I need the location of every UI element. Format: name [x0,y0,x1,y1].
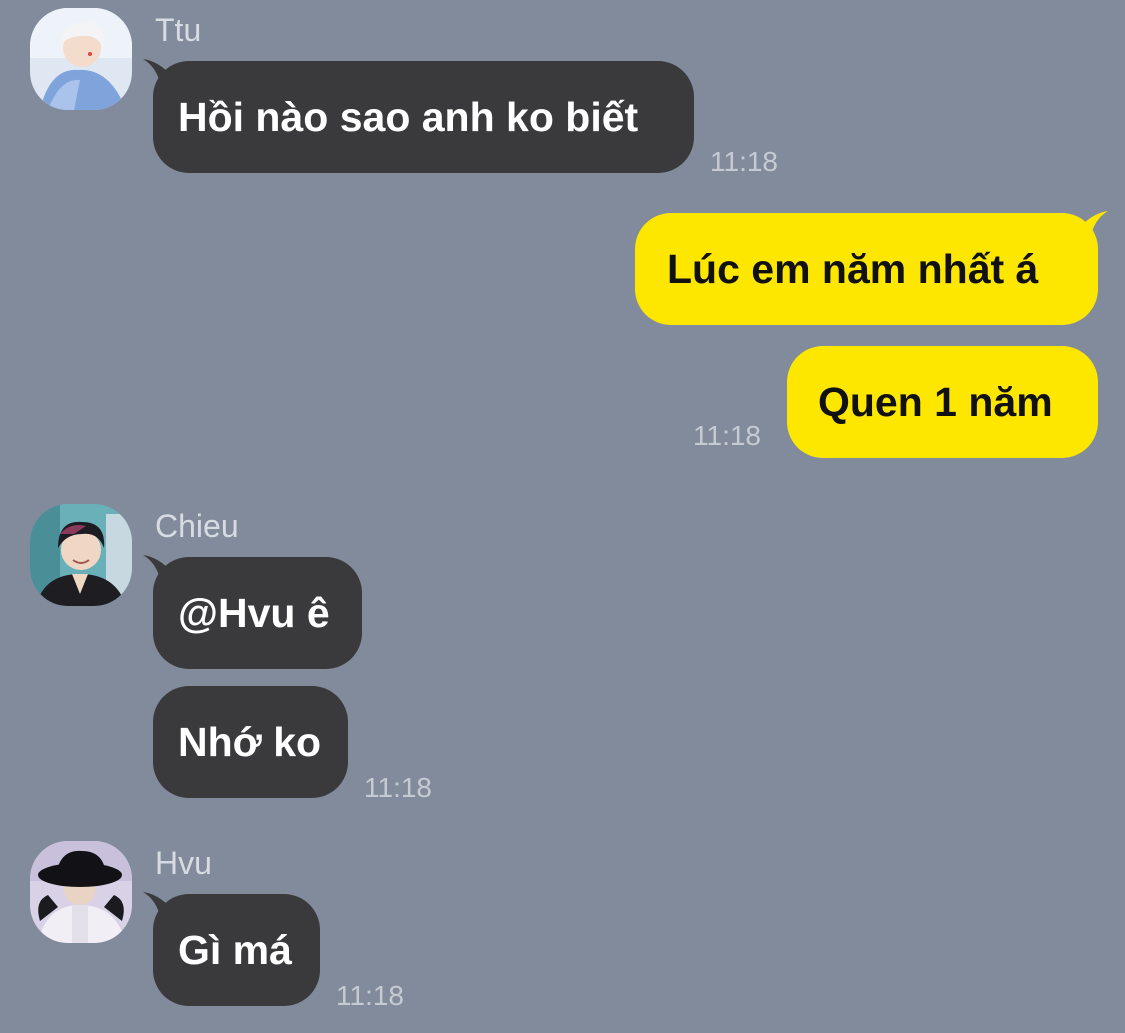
sender-name: Chieu [155,508,239,544]
message-text: Lúc em năm nhất á [667,246,1039,292]
message-text: Hồi nào sao anh ko biết [178,94,639,140]
message-text: Quen 1 năm [818,379,1053,425]
message-timestamp: 11:18 [336,980,404,1011]
message-text: Nhớ ko [178,719,322,765]
message-bubble[interactable]: Quen 1 năm [787,346,1098,458]
sender-name: Ttu [155,12,202,48]
avatar-chieu[interactable] [30,504,132,606]
message-bubble[interactable]: @Hvu ê [143,555,362,669]
message-bubble[interactable]: Lúc em năm nhất á [635,211,1108,325]
message-timestamp: 11:18 [710,146,778,177]
avatar-ttu[interactable] [30,8,132,110]
avatar-hvu[interactable] [30,841,132,943]
message-timestamp: 11:18 [364,772,432,803]
message-bubble[interactable]: Nhớ ko [153,686,348,798]
bubble-tail-icon [143,59,169,87]
sender-name: Hvu [155,845,212,881]
bubble-tail-icon [143,555,169,583]
message-text: Gì má [178,927,292,973]
message-bubble[interactable]: Hồi nào sao anh ko biết [143,59,694,173]
profile-photo-icon [30,504,132,606]
bubble-tail-icon [143,892,169,920]
message-text: @Hvu ê [178,590,330,636]
profile-photo-icon [30,8,132,110]
profile-photo-icon [30,841,132,943]
message-bubble[interactable]: Gì má [143,892,320,1006]
message-timestamp: 11:18 [693,420,761,451]
bubble-tail-icon [1082,211,1108,239]
